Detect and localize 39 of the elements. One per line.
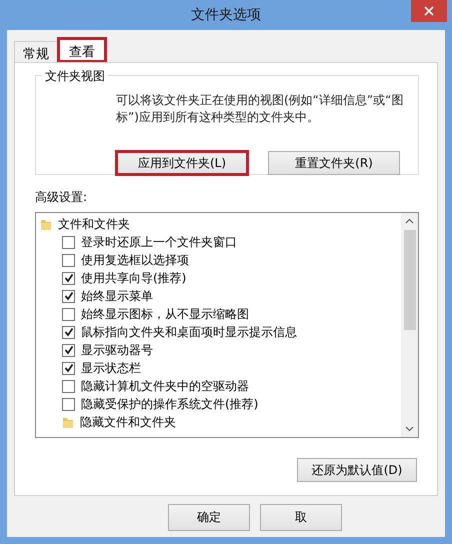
checkbox[interactable] (62, 290, 75, 302)
option-label: 使用复选框以选择项 (81, 252, 189, 268)
folder-view-button[interactable]: 重置文件夹(R) (268, 151, 400, 175)
option-label: 始终显示菜单 (81, 288, 153, 304)
option-label: 使用共享向导(推荐) (81, 270, 186, 286)
group-title: 文件夹视图 (42, 68, 108, 85)
option-label: 显示状态栏 (81, 360, 141, 376)
tab[interactable]: 查看 (58, 38, 106, 62)
tab[interactable]: 常规 (14, 41, 58, 62)
checkbox[interactable] (62, 326, 75, 338)
close-icon[interactable] (424, 6, 434, 16)
folder-icon (62, 416, 74, 428)
option-label: 登录时还原上一个文件夹窗口 (81, 234, 237, 250)
folder-icon (40, 218, 52, 230)
close-button[interactable] (411, 0, 447, 22)
checkbox[interactable] (62, 308, 75, 320)
option-label: 隐藏计算机文件夹中的空驱动器 (81, 378, 249, 394)
checkbox[interactable] (62, 236, 75, 248)
option-label: 隐藏受保护的操作系统文件(推荐) (81, 396, 258, 412)
checkbox[interactable] (62, 254, 75, 266)
folder-view-button[interactable]: 应用到文件夹(L) (116, 151, 248, 175)
tree-item-label[interactable]: 文件和文件夹 (58, 216, 130, 232)
checkbox[interactable] (62, 362, 75, 374)
checkbox[interactable] (62, 380, 75, 392)
scrollbar[interactable] (401, 213, 418, 437)
dialog-button[interactable]: 确定 (168, 504, 250, 531)
dialog-button[interactable]: 取 (260, 504, 342, 531)
option-label: 鼠标指向文件夹和桌面项时显示提示信息 (81, 324, 297, 340)
section-label: 高级设置: (35, 189, 88, 206)
restore-defaults-button[interactable]: 还原为默认值(D) (297, 458, 417, 482)
option-label: 显示驱动器号 (81, 342, 153, 358)
description-text: 可以将该文件夹正在使用的视图(例如“详细信息”或“图标”)应用到所有这种类型的文件夹中。 (116, 92, 404, 126)
window-title: 文件夹选项 (191, 6, 261, 24)
checkbox[interactable] (62, 272, 75, 284)
option-label: 始终显示图标，从不显示缩略图 (81, 306, 249, 322)
checkbox[interactable] (62, 398, 75, 410)
scroll-thumb[interactable] (404, 230, 416, 330)
checkbox[interactable] (62, 344, 75, 356)
tree-item-label[interactable]: 隐藏文件和文件夹 (80, 414, 176, 430)
